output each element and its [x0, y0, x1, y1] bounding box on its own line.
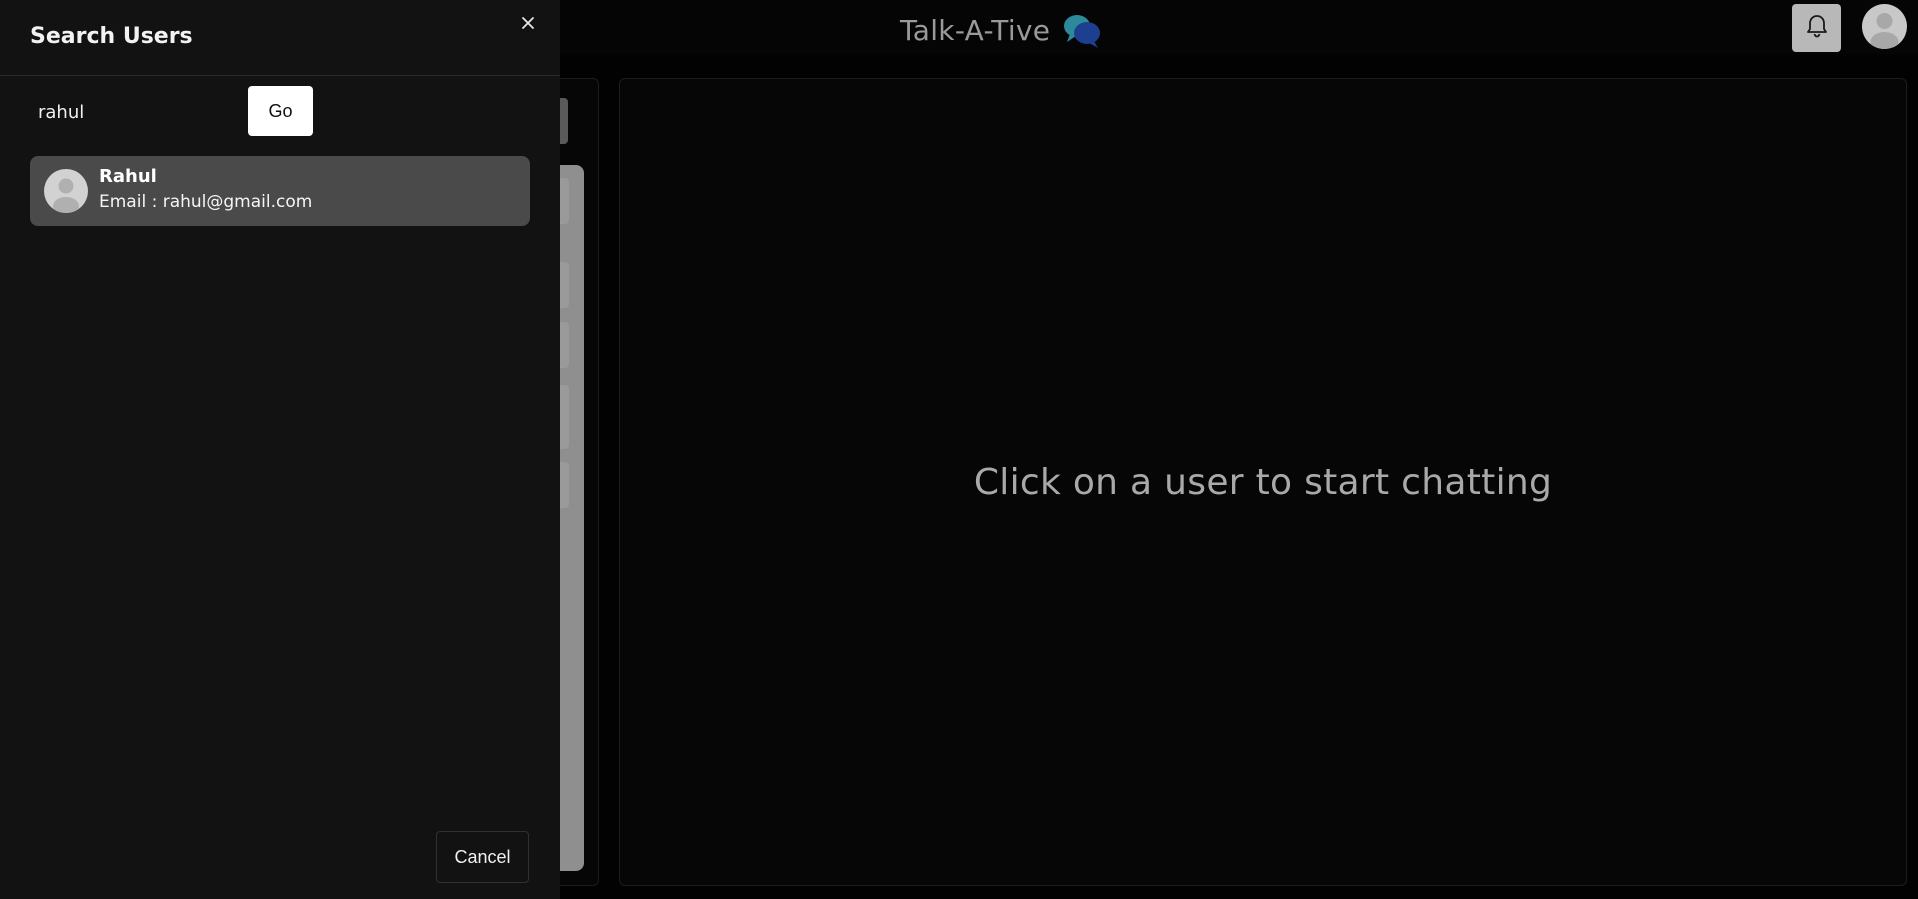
search-users-drawer: Search Users Go Rahul Email : rahul@gmai… — [0, 0, 560, 899]
profile-avatar-button[interactable] — [1862, 4, 1907, 49]
app-title: Talk-A-Tive — [900, 13, 1051, 47]
cancel-button[interactable]: Cancel — [436, 831, 529, 883]
avatar — [1870, 13, 1899, 49]
empty-chat-message: Click on a user to start chatting — [973, 461, 1553, 503]
user-result-item[interactable]: Rahul Email : rahul@gmail.com — [30, 156, 530, 226]
search-input[interactable] — [30, 92, 240, 132]
result-user-name: Rahul — [99, 166, 157, 187]
notification-button[interactable] — [1792, 4, 1841, 52]
chat-area: Click on a user to start chatting — [619, 78, 1907, 886]
close-icon — [521, 15, 535, 34]
bell-icon — [1806, 14, 1828, 42]
close-drawer-button[interactable] — [514, 10, 542, 38]
go-button[interactable]: Go — [248, 86, 313, 136]
app-root: Talk-A-Tive Click on a user to start cha… — [0, 0, 1918, 899]
drawer-title: Search Users — [30, 24, 193, 49]
chat-bubbles-icon — [1062, 10, 1102, 50]
app-title-group: Talk-A-Tive — [900, 10, 1102, 50]
drawer-header: Search Users — [0, 0, 560, 76]
result-user-email: Email : rahul@gmail.com — [99, 192, 313, 212]
avatar — [44, 169, 88, 213]
